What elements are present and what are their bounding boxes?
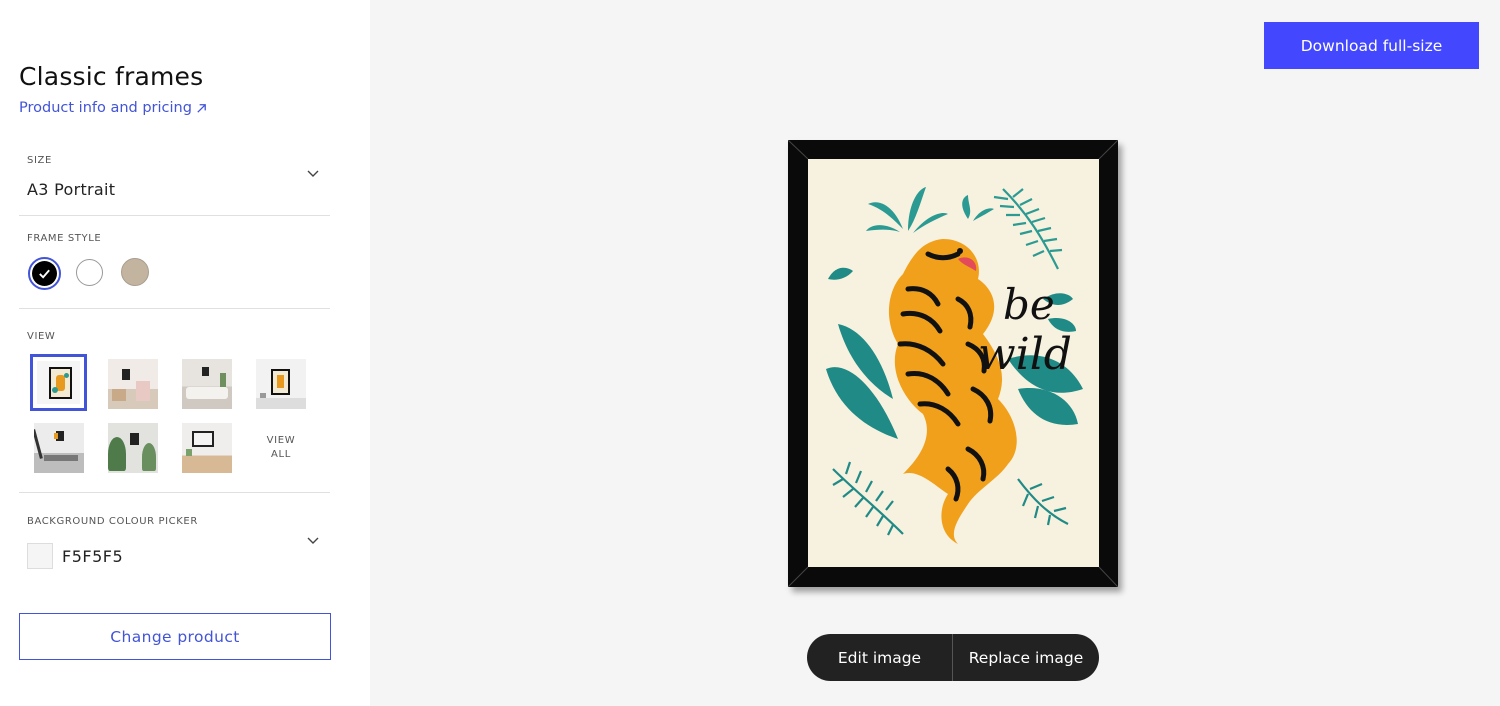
chevron-down-icon[interactable] bbox=[306, 533, 320, 547]
view-thumbnail-room-2[interactable] bbox=[182, 359, 232, 409]
framed-artwork: be wild bbox=[788, 140, 1118, 587]
size-label: SIZE bbox=[27, 155, 52, 166]
download-full-size-button[interactable]: Download full-size bbox=[1264, 22, 1479, 69]
frame-swatch-white[interactable] bbox=[76, 259, 103, 286]
lettering-be: be bbox=[1003, 280, 1055, 329]
lettering-wild: wild bbox=[978, 329, 1072, 380]
external-arrow-icon bbox=[197, 103, 206, 113]
product-info-label: Product info and pricing bbox=[19, 100, 192, 116]
background-colour-swatch[interactable] bbox=[27, 543, 53, 569]
view-thumbnail-shelf[interactable] bbox=[256, 359, 306, 409]
divider bbox=[19, 492, 330, 493]
view-thumbnail-room-3[interactable] bbox=[34, 423, 84, 473]
view-all-button[interactable]: VIEW ALL bbox=[256, 434, 306, 462]
view-label: VIEW bbox=[27, 331, 56, 342]
view-all-line-1: VIEW bbox=[266, 435, 296, 446]
product-info-link[interactable]: Product info and pricing bbox=[19, 100, 208, 116]
edit-image-button[interactable]: Edit image bbox=[807, 634, 952, 681]
view-thumbnail-room-1[interactable] bbox=[108, 359, 158, 409]
change-product-button[interactable]: Change product bbox=[19, 613, 331, 660]
background-colour-value[interactable]: F5F5F5 bbox=[62, 547, 123, 566]
view-all-line-2: ALL bbox=[270, 449, 292, 460]
view-thumbnail-desk[interactable] bbox=[182, 423, 232, 473]
sidebar: Classic frames Product info and pricing … bbox=[0, 0, 370, 706]
size-select[interactable]: A3 Portrait bbox=[27, 180, 115, 199]
image-actions-bar: Edit image Replace image bbox=[807, 634, 1099, 681]
frame-style-label: FRAME STYLE bbox=[27, 233, 102, 244]
frame-swatch-natural[interactable] bbox=[121, 258, 149, 286]
page-title: Classic frames bbox=[19, 62, 204, 91]
view-thumbnail-framed[interactable] bbox=[30, 354, 87, 411]
tiger-illustration: be wild bbox=[826, 187, 1083, 544]
divider bbox=[19, 308, 330, 309]
background-colour-label: BACKGROUND COLOUR PICKER bbox=[27, 516, 198, 527]
view-thumbnail-plants[interactable] bbox=[108, 423, 158, 473]
chevron-down-icon[interactable] bbox=[306, 166, 320, 180]
frame-swatch-black[interactable] bbox=[28, 257, 61, 290]
divider bbox=[19, 215, 330, 216]
check-icon bbox=[39, 269, 50, 279]
artwork-image: be wild bbox=[808, 159, 1099, 567]
replace-image-button[interactable]: Replace image bbox=[953, 634, 1099, 681]
